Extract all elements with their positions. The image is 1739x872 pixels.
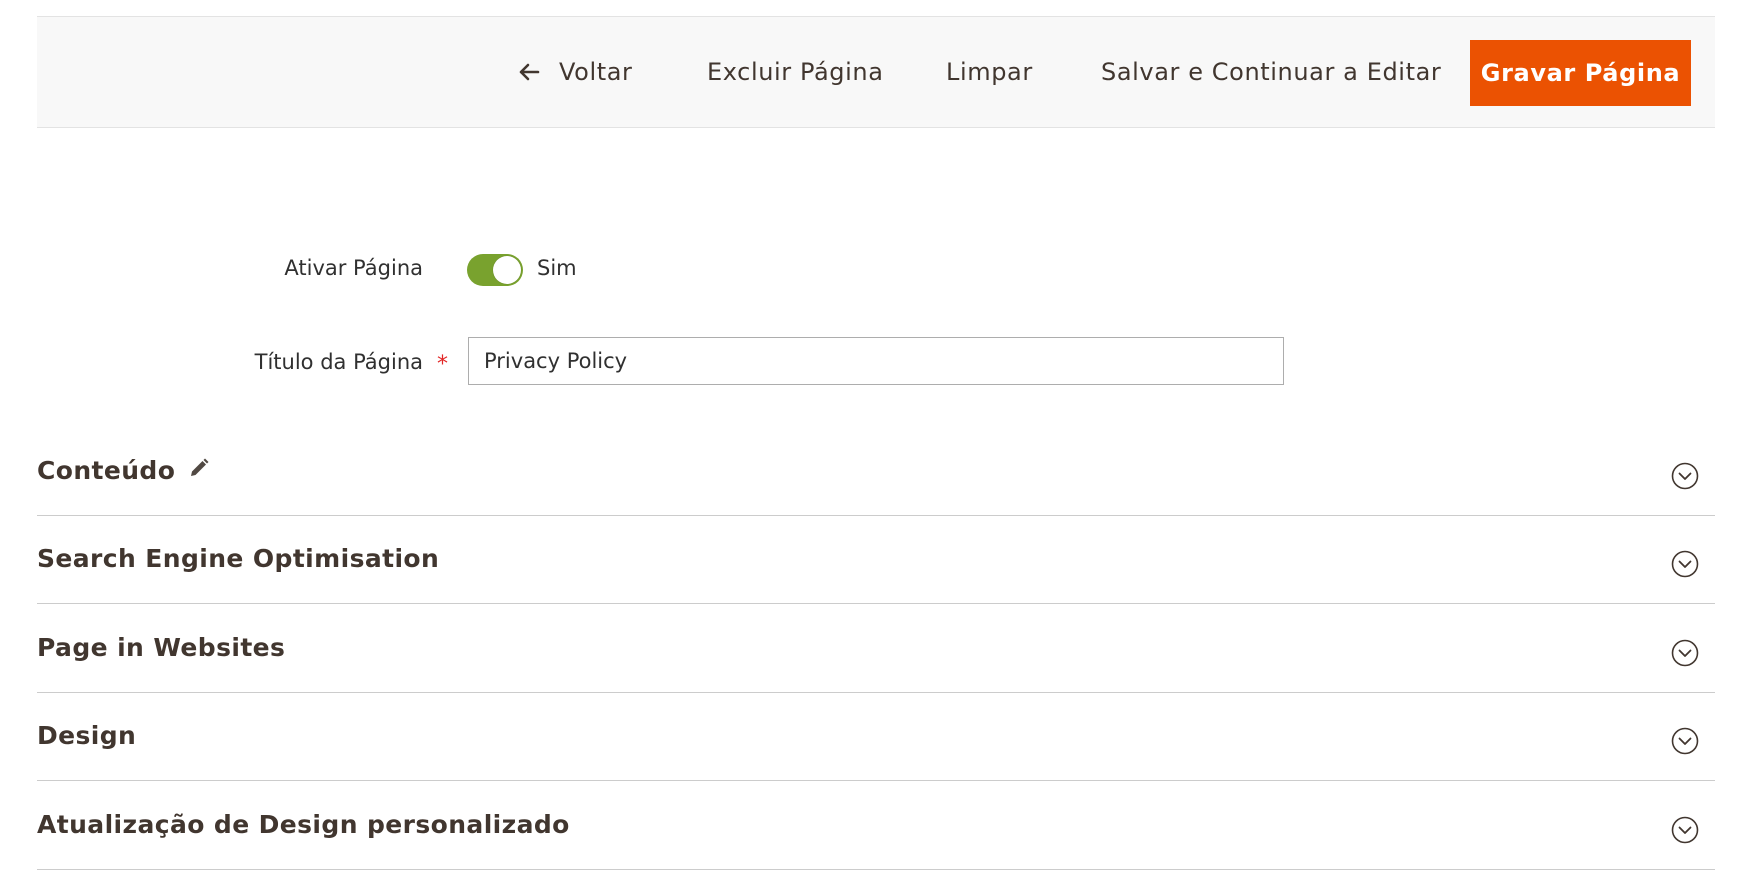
pencil-icon[interactable] [187, 456, 211, 480]
section-seo[interactable]: Search Engine Optimisation [37, 516, 1715, 604]
chevron-down-circle-icon[interactable] [1671, 462, 1699, 490]
chevron-down-circle-icon[interactable] [1671, 727, 1699, 755]
arrow-left-icon [519, 63, 540, 81]
toggle-knob [493, 256, 521, 284]
enable-page-label: Ativar Página [284, 256, 423, 280]
save-page-button[interactable]: Gravar Página [1470, 40, 1691, 106]
cms-page-edit: Voltar Excluir Página Limpar Salvar e Co… [0, 0, 1739, 872]
delete-page-button[interactable]: Excluir Página [707, 17, 884, 127]
page-actions-toolbar: Voltar Excluir Página Limpar Salvar e Co… [37, 16, 1715, 128]
save-and-continue-button[interactable]: Salvar e Continuar a Editar [1101, 17, 1441, 127]
section-design[interactable]: Design [37, 693, 1715, 781]
back-button-label: Voltar [559, 58, 633, 86]
page-title-label: Título da Página [254, 350, 423, 374]
chevron-down-circle-icon[interactable] [1671, 639, 1699, 667]
section-page-in-websites[interactable]: Page in Websites [37, 605, 1715, 693]
section-title: Page in Websites [37, 633, 286, 662]
section-custom-design-update[interactable]: Atualização de Design personalizado [37, 782, 1715, 870]
required-indicator: * [437, 352, 448, 377]
section-title: Atualização de Design personalizado [37, 810, 570, 839]
enable-page-toggle[interactable] [467, 254, 523, 286]
back-button[interactable]: Voltar [517, 17, 633, 127]
section-content[interactable]: Conteúdo [37, 428, 1715, 516]
chevron-down-circle-icon[interactable] [1671, 550, 1699, 578]
page-title-input[interactable] [468, 337, 1284, 385]
enable-page-value: Sim [537, 256, 577, 280]
section-title: Search Engine Optimisation [37, 544, 440, 573]
section-title: Design [37, 721, 137, 750]
reset-button[interactable]: Limpar [946, 17, 1033, 127]
chevron-down-circle-icon[interactable] [1671, 816, 1699, 844]
section-title: Conteúdo [37, 456, 176, 485]
